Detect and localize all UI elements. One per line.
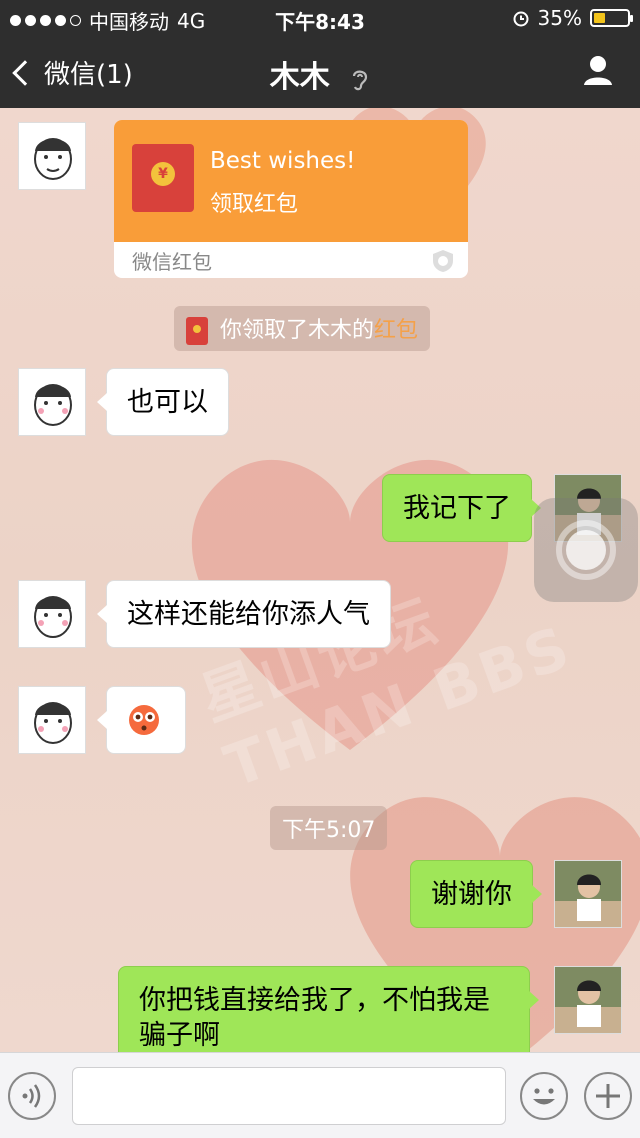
- timestamp: 下午5:07: [270, 806, 388, 850]
- assistive-touch-button[interactable]: [534, 498, 638, 602]
- message-bubble-sent[interactable]: 你把钱直接给我了，不怕我是骗子啊: [118, 966, 539, 1052]
- system-notice-text: 你领取了木木的: [220, 318, 375, 343]
- alarm-icon: [513, 11, 529, 27]
- flushed-emoji-icon: [129, 705, 159, 735]
- contact-avatar[interactable]: [18, 686, 86, 754]
- plus-icon: [596, 1084, 620, 1108]
- cartoon-face-icon: [34, 596, 72, 638]
- red-packet-subtitle: 领取红包: [210, 192, 299, 217]
- more-button[interactable]: [584, 1072, 632, 1120]
- contact-avatar[interactable]: [18, 122, 86, 190]
- my-avatar[interactable]: [554, 966, 622, 1034]
- message-input[interactable]: [72, 1067, 506, 1125]
- my-avatar[interactable]: [554, 860, 622, 928]
- nav-bar: 微信(1) 木木: [0, 36, 640, 108]
- cartoon-face-icon: [34, 138, 72, 180]
- message-bubble-received[interactable]: 也可以: [97, 368, 229, 436]
- wechat-pay-icon: [433, 250, 453, 272]
- coin-icon: ¥: [151, 162, 175, 186]
- battery-fill: [594, 13, 605, 23]
- message-bubble-sent[interactable]: 谢谢你: [410, 860, 542, 928]
- chat-area[interactable]: 星山论坛 THAN BBS ¥ Best wishes! 领取红包 微信红包 你…: [0, 108, 640, 1052]
- cartoon-face-icon: [34, 702, 72, 744]
- input-bar: [0, 1052, 640, 1138]
- red-packet-footer: 微信红包: [132, 250, 212, 274]
- smiley-icon: [533, 1088, 555, 1105]
- earpiece-icon: [353, 70, 368, 90]
- system-notice: 你领取了木木的红包: [174, 306, 431, 351]
- top-bar: 中国移动 4G 下午8:43 35% 微信(1) 木木: [0, 0, 640, 108]
- cartoon-face-icon: [34, 384, 72, 426]
- contact-avatar[interactable]: [18, 580, 86, 648]
- message-bubble-received-emoji[interactable]: [97, 686, 186, 754]
- contact-name: 木木: [269, 60, 330, 95]
- status-bar: 中国移动 4G 下午8:43 35%: [0, 0, 640, 36]
- red-packet-body: ¥ Best wishes! 领取红包: [114, 120, 468, 242]
- red-packet-title: Best wishes!: [210, 148, 356, 174]
- user-photo-icon: [555, 861, 621, 927]
- red-envelope-icon: ¥: [132, 144, 194, 212]
- contact-avatar[interactable]: [18, 368, 86, 436]
- red-envelope-small-icon: [186, 317, 208, 345]
- voice-icon: [22, 1084, 41, 1108]
- chat-title: 木木: [0, 52, 640, 96]
- profile-icon[interactable]: [582, 54, 614, 86]
- battery-percent: 35%: [537, 6, 582, 30]
- message-bubble-received[interactable]: 这样还能给你添人气: [97, 580, 391, 648]
- user-photo-icon: [555, 967, 621, 1033]
- red-packet-link[interactable]: 红包: [374, 318, 418, 343]
- battery-icon: [590, 9, 633, 27]
- message-bubble-sent[interactable]: 我记下了: [382, 474, 541, 542]
- emoji-button[interactable]: [520, 1072, 568, 1120]
- voice-button[interactable]: [8, 1072, 56, 1120]
- status-right: 35%: [512, 6, 633, 30]
- red-packet-message[interactable]: ¥ Best wishes! 领取红包 微信红包: [114, 120, 468, 278]
